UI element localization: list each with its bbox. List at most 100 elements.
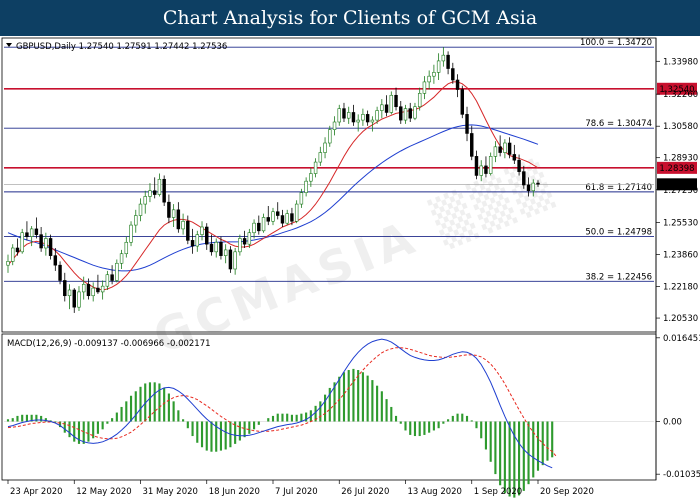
current-price-label: 1.27536 <box>659 180 694 190</box>
candle-body <box>29 228 34 237</box>
candle-body <box>536 182 540 185</box>
candle-body <box>394 94 398 108</box>
candle-body <box>134 215 138 226</box>
candle-body <box>214 241 218 253</box>
candle-body <box>465 114 469 134</box>
candle-body <box>242 238 247 245</box>
candle-body <box>152 190 157 195</box>
candle-body <box>20 232 24 253</box>
candle-body <box>15 247 20 253</box>
candle-body <box>399 106 403 121</box>
candle-body <box>346 112 351 119</box>
candle-body <box>96 287 100 293</box>
candle-body <box>34 228 39 235</box>
candle-body <box>517 159 521 172</box>
candle-body <box>238 238 242 253</box>
candle-body <box>432 72 436 77</box>
price-tick-label: 1.22180 <box>663 283 698 293</box>
candle-body <box>408 108 412 119</box>
candle-body <box>223 249 228 256</box>
candle-body <box>294 203 299 222</box>
candle-body <box>318 152 323 163</box>
fib-level-label: 38.2 = 1.22456 <box>585 272 652 282</box>
candle-body <box>384 104 389 113</box>
candle-body <box>86 283 91 297</box>
date-tick-label: 13 Aug 2020 <box>408 487 462 497</box>
candle-body <box>403 108 408 121</box>
macd-tick-label: 0.016451 <box>663 334 700 344</box>
candle-body <box>507 142 512 155</box>
candle-body <box>271 211 275 222</box>
candle-body <box>195 234 200 247</box>
candle-body <box>309 173 313 182</box>
date-tick-label: 1 Sep 2020 <box>474 487 522 497</box>
date-tick-label: 12 May 2020 <box>76 487 131 497</box>
candle-body <box>460 89 465 115</box>
price-tick-label: 1.20530 <box>663 314 698 324</box>
candle-body <box>157 178 162 195</box>
candle-body <box>323 142 327 153</box>
candle-body <box>512 154 517 161</box>
candle-body <box>413 106 417 119</box>
candle-body <box>455 79 460 90</box>
candle-body <box>124 241 129 255</box>
candle-body <box>276 211 280 216</box>
date-tick-label: 7 Jul 2020 <box>275 487 318 497</box>
candle-body <box>290 213 294 222</box>
candle-body <box>304 180 308 193</box>
candle-body <box>115 262 119 281</box>
candle-body <box>148 190 152 197</box>
macd-tick-label: -0.010356 <box>663 470 700 480</box>
candle-body <box>441 54 446 62</box>
candle-body <box>91 287 95 297</box>
candle-body <box>342 108 346 119</box>
candle-body <box>219 241 223 256</box>
candle-body <box>129 224 133 243</box>
macd-header-text: MACD(12,26,9) -0.009137 -0.006966 -0.002… <box>7 339 211 349</box>
candle-body <box>143 196 147 205</box>
price-tick-label: 1.32260 <box>663 90 698 100</box>
candle-body <box>427 75 431 83</box>
candle-body <box>200 226 204 235</box>
date-tick-label: 26 Jul 2020 <box>341 487 389 497</box>
fib-level-label: 78.6 = 1.30474 <box>585 119 652 129</box>
candle-body <box>280 215 285 224</box>
candle-body <box>361 114 365 121</box>
candle-body <box>389 94 394 113</box>
candle-body <box>53 255 58 266</box>
candle-body <box>474 156 479 176</box>
price-header: GBPUSD,Daily 1.27540 1.27591 1.27442 1.2… <box>6 42 227 52</box>
candle-body <box>186 220 190 241</box>
candle-body <box>6 261 10 266</box>
candle-body <box>313 161 318 174</box>
candle-body <box>484 165 488 174</box>
price-tick-label: 1.33980 <box>663 57 698 67</box>
candle-body <box>167 201 171 218</box>
chart-area: GCMASIA ▒▒▒ 100.0 = 1.3472078.6 = 1.3047… <box>0 36 700 500</box>
candle-body <box>488 156 493 174</box>
candle-body <box>356 119 360 123</box>
fib-level-label: 50.0 = 1.24798 <box>585 228 652 238</box>
candle-body <box>81 283 86 293</box>
candle-body <box>370 119 375 123</box>
candle-body <box>138 203 143 216</box>
price-tick-label: 1.23860 <box>663 250 698 260</box>
candle-body <box>351 112 356 123</box>
candle-body <box>105 274 110 287</box>
candle-body <box>176 209 181 230</box>
candle-body <box>332 121 337 130</box>
candle-body <box>522 171 526 186</box>
candle-body <box>181 220 185 230</box>
candle-body <box>417 93 422 108</box>
candle-body <box>63 280 67 297</box>
candle-body <box>228 249 233 270</box>
resistance-price-label: 1.28398 <box>659 164 694 174</box>
candle-body <box>110 274 114 281</box>
candle-body <box>233 251 237 270</box>
candle-body <box>48 238 53 256</box>
candle-body <box>77 291 81 308</box>
candle-body <box>266 217 270 222</box>
date-tick-label: 18 Jun 2020 <box>209 487 260 497</box>
candle-body <box>39 234 43 249</box>
candle-body <box>252 222 256 234</box>
